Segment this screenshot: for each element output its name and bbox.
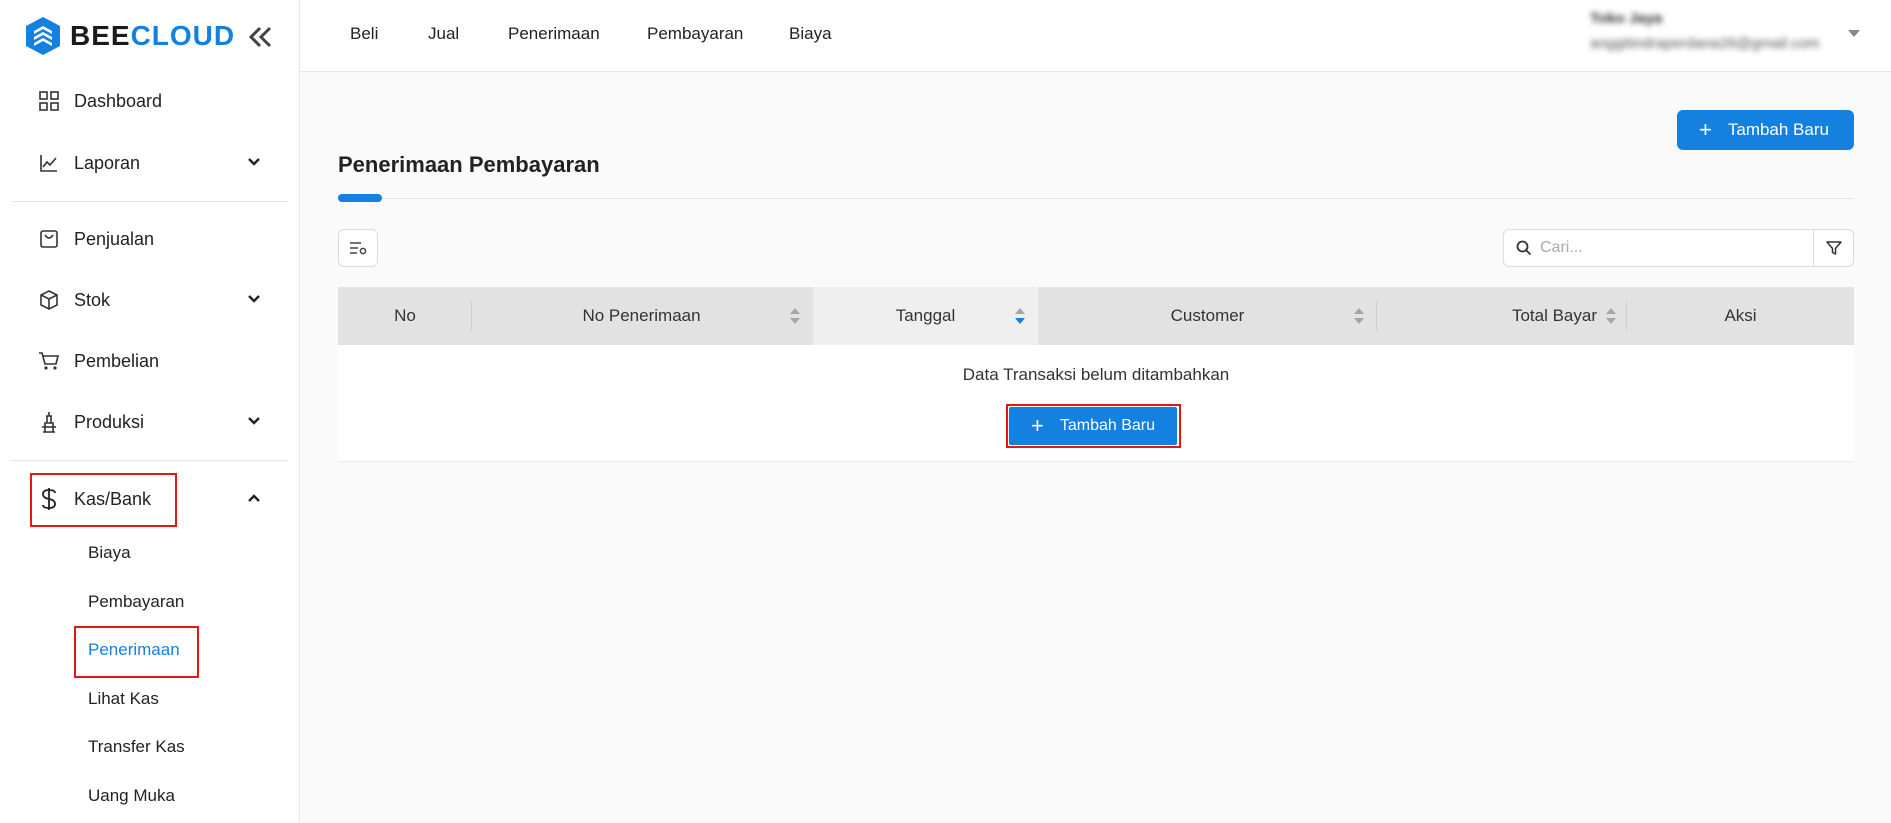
column-header-no[interactable]: No xyxy=(338,287,472,345)
plus-icon: + xyxy=(1699,117,1712,142)
column-header-no-penerimaan[interactable]: No Penerimaan xyxy=(472,287,811,345)
brand-name-part2: CLOUD xyxy=(130,20,236,51)
user-menu[interactable]: Toko Jaya anggitindraperdana26@gmail.com xyxy=(1590,10,1860,60)
collapse-icon[interactable] xyxy=(246,24,274,50)
column-header-aksi: Aksi xyxy=(1627,287,1854,345)
sidebar-item-label: Laporan xyxy=(74,152,141,173)
search-box xyxy=(1503,229,1814,267)
column-header-label: Tanggal xyxy=(895,306,956,325)
add-new-button[interactable]: + Tambah Baru xyxy=(1677,110,1854,150)
sort-icon[interactable] xyxy=(1014,306,1026,326)
app-root: BEECLOUD Dashboard Laporan Penjualan Sto… xyxy=(0,0,1891,823)
add-new-button-label: Tambah Baru xyxy=(1727,120,1829,139)
topnav-biaya[interactable]: Biaya xyxy=(789,24,832,44)
receipts-table: No No Penerimaan Tanggal Customer Total … xyxy=(338,287,1854,462)
title-divider xyxy=(338,198,1854,199)
topnav-jual[interactable]: Jual xyxy=(428,24,459,44)
brand-logo[interactable]: BEECLOUD xyxy=(24,14,284,58)
sidebar: BEECLOUD Dashboard Laporan Penjualan Sto… xyxy=(0,0,300,823)
table-header: No No Penerimaan Tanggal Customer Total … xyxy=(338,287,1854,345)
column-header-total-bayar[interactable]: Total Bayar xyxy=(1377,287,1627,345)
sidebar-item-stok[interactable]: Stok xyxy=(14,278,286,322)
sidebar-item-label: Dashboard xyxy=(74,90,163,111)
sidebar-item-dashboard[interactable]: Dashboard xyxy=(14,79,286,123)
title-accent-bar xyxy=(338,194,382,202)
highlight-box-add-button xyxy=(1006,404,1181,448)
topnav-pembayaran[interactable]: Pembayaran xyxy=(647,24,743,44)
sort-icon[interactable] xyxy=(1353,306,1365,326)
highlight-box-kas-bank xyxy=(30,473,177,527)
column-header-label: Total Bayar xyxy=(1511,306,1597,325)
cart-icon xyxy=(38,350,60,372)
box-icon xyxy=(38,289,60,311)
search-icon xyxy=(1516,240,1532,256)
sort-icon[interactable] xyxy=(1605,306,1617,326)
sidebar-item-label: Pembelian xyxy=(74,350,160,371)
caret-down-icon xyxy=(1848,30,1860,37)
topnav-penerimaan[interactable]: Penerimaan xyxy=(508,24,600,44)
sidebar-item-penjualan[interactable]: Penjualan xyxy=(14,217,286,261)
sidebar-subitem-lihat-kas[interactable]: Lihat Kas xyxy=(88,689,159,709)
receipt-icon xyxy=(38,228,60,250)
user-name: Toko Jaya xyxy=(1590,10,1663,27)
top-navbar: Beli Jual Penerimaan Pembayaran Biaya To… xyxy=(300,0,1891,72)
logo-icon xyxy=(26,17,60,55)
filter-icon xyxy=(1825,241,1842,255)
filter-button[interactable] xyxy=(1813,229,1854,267)
topnav-beli[interactable]: Beli xyxy=(350,24,378,44)
chevron-down-icon[interactable] xyxy=(246,154,262,170)
sidebar-subitem-biaya[interactable]: Biaya xyxy=(88,543,131,563)
chevron-up-icon[interactable] xyxy=(246,490,262,506)
factory-icon xyxy=(38,411,60,433)
empty-state-message: Data Transaksi belum ditambahkan xyxy=(962,365,1230,384)
brand-name: BEECLOUD xyxy=(70,20,235,52)
chevron-down-icon[interactable] xyxy=(246,291,262,307)
column-header-customer[interactable]: Customer xyxy=(1038,287,1377,345)
sidebar-item-pembelian[interactable]: Pembelian xyxy=(14,339,286,383)
column-settings-button[interactable] xyxy=(338,229,378,267)
sidebar-subitem-uang-muka[interactable]: Uang Muka xyxy=(88,786,175,806)
column-header-label: No xyxy=(394,306,416,325)
sidebar-item-label: Stok xyxy=(74,289,111,310)
sidebar-subitem-pembayaran[interactable]: Pembayaran xyxy=(88,592,184,612)
sidebar-item-produksi[interactable]: Produksi xyxy=(14,400,286,444)
sidebar-divider xyxy=(12,460,288,461)
chevron-down-icon[interactable] xyxy=(246,413,262,429)
sort-icon[interactable] xyxy=(789,306,801,326)
brand-name-part1: BEE xyxy=(70,20,131,51)
chart-line-icon xyxy=(38,152,60,174)
search-input[interactable] xyxy=(1540,239,1800,257)
column-settings-icon xyxy=(350,242,367,255)
column-header-label: Aksi xyxy=(1724,306,1757,325)
column-header-tanggal[interactable]: Tanggal xyxy=(813,287,1038,345)
column-header-label: No Penerimaan xyxy=(582,306,701,325)
sidebar-item-label: Penjualan xyxy=(74,228,155,249)
column-header-label: Customer xyxy=(1170,306,1245,325)
user-email: anggitindraperdana26@gmail.com xyxy=(1590,35,1820,52)
sidebar-item-label: Produksi xyxy=(74,411,145,432)
sidebar-item-laporan[interactable]: Laporan xyxy=(14,141,286,185)
highlight-box-penerimaan xyxy=(74,626,199,678)
sidebar-subitem-transfer-kas[interactable]: Transfer Kas xyxy=(88,737,185,757)
sidebar-divider xyxy=(12,201,288,202)
dashboard-icon xyxy=(38,90,60,112)
page-title: Penerimaan Pembayaran xyxy=(338,152,600,177)
